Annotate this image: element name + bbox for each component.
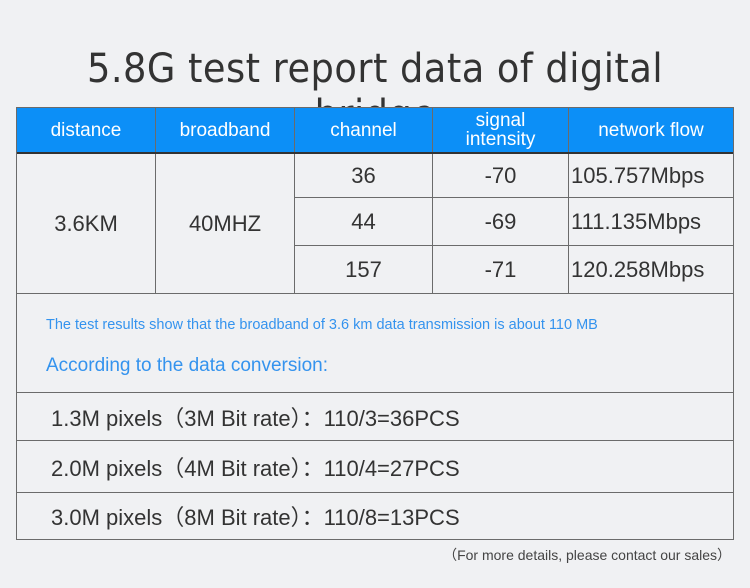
cell-signal: -69 (433, 198, 569, 246)
cell-flow: 120.258Mbps (569, 246, 733, 294)
header-channel: channel (295, 108, 433, 152)
header-network-flow: network flow (598, 119, 704, 141)
header-distance: distance (17, 108, 156, 152)
cell-flow: 105.757Mbps (569, 154, 733, 198)
conversion-heading: According to the data conversion: (46, 355, 329, 376)
cell-signal: -70 (433, 154, 569, 198)
conversion-row: 3.0M pixels（8M Bit rate）：110/8=13PCS (17, 492, 733, 539)
cell-flow: 111.135Mbps (569, 198, 733, 246)
cell-signal: -71 (433, 246, 569, 294)
cell-distance: 3.6KM (17, 154, 156, 294)
conversion-row: 2.0M pixels（4M Bit rate）：110/4=27PCS (17, 440, 733, 492)
table-header: distance broadband channel signal intens… (17, 108, 733, 154)
conversion-row: 1.3M pixels（3M Bit rate）：110/3=36PCS (17, 392, 733, 440)
footer-note: （For more details, please contact our sa… (443, 547, 731, 563)
cell-channel: 36 (295, 154, 433, 198)
cell-channel: 44 (295, 198, 433, 246)
cell-channel: 157 (295, 246, 433, 294)
report-table: distance broadband channel signal intens… (16, 107, 734, 540)
cell-broadband: 40MHZ (156, 154, 295, 294)
header-signal-intensity: signal intensity (433, 108, 569, 152)
header-broadband: broadband (156, 108, 295, 152)
result-note: The test results show that the broadband… (46, 317, 598, 333)
